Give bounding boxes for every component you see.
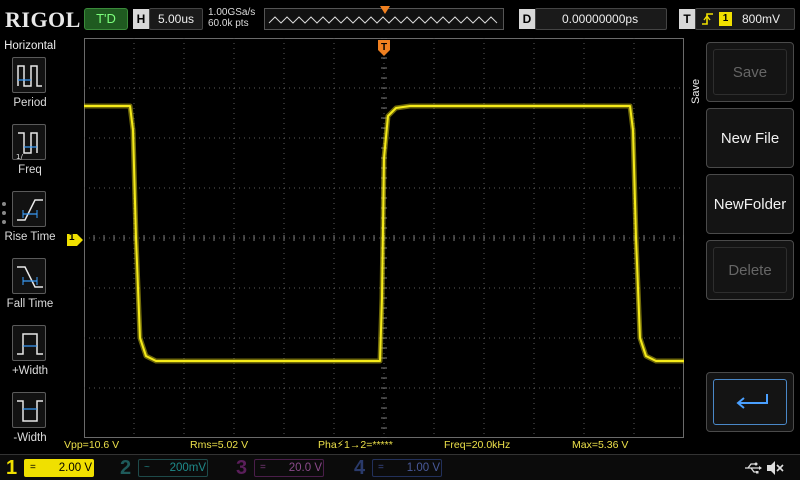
new-file-button[interactable]: New File (706, 108, 794, 168)
trigger-position-marker-top (380, 6, 390, 14)
channel-1-status[interactable]: 1 = 2.00 V (0, 455, 110, 480)
trigger-box[interactable]: 1 800mV (695, 8, 795, 30)
fall-time-icon (12, 258, 46, 294)
channel-3-number: 3 (236, 457, 248, 479)
horizontal-measure-menu: Horizontal Period 1/ Freq Rise Time Fall… (0, 38, 60, 454)
channel-3-status[interactable]: 3 = 20.0 V (230, 455, 340, 480)
delete-button-label: Delete (728, 262, 772, 279)
period-label: Period (13, 97, 47, 109)
save-menu: Save Save New File NewFolder Delete (686, 38, 800, 454)
channel-4-status[interactable]: 4 = 1.00 V (348, 455, 458, 480)
channel-1-number: 1 (6, 457, 18, 479)
fall-time-label: Fall Time (6, 298, 54, 310)
delay-value: 0.00000000ps (562, 12, 639, 26)
top-status-bar: RIGOL T'D H 5.00us 1.00GSa/s 60.0k pts D… (0, 0, 800, 38)
return-button[interactable] (706, 372, 794, 432)
channel-4-scale: 1.00 V (406, 462, 440, 474)
rise-time-label: Rise Time (4, 231, 56, 243)
save-button[interactable]: Save (706, 42, 794, 102)
measure-period-item[interactable]: Period (0, 57, 60, 123)
channel-status-bar: 1 = 2.00 V 2 ~ 200mV 3 = 20.0 V 4 = 1.00… (0, 454, 800, 480)
delay-tag: D (519, 9, 535, 29)
freq-icon: 1/ (12, 124, 46, 161)
trigger-tag: T (679, 9, 695, 29)
trigger-position-label: T (381, 42, 387, 53)
channel-2-scale: 200mV (169, 462, 206, 474)
channel-4-coupling: = (378, 462, 384, 473)
channel-2-number: 2 (120, 457, 132, 479)
delete-button[interactable]: Delete (706, 240, 794, 300)
timebase-value: 5.00us (158, 12, 195, 26)
measure-neg-width-item[interactable]: -Width (0, 392, 60, 458)
timebase-box[interactable]: 5.00us (149, 8, 203, 30)
waveform-display[interactable]: T (84, 38, 684, 438)
measure-freq[interactable]: Freq=20.0kHz (444, 439, 510, 451)
trigger-source-badge: 1 (719, 12, 732, 26)
return-arrow-icon (736, 394, 768, 409)
rise-time-icon (12, 191, 46, 227)
measure-vpp[interactable]: Vpp=10.6 V (64, 439, 119, 451)
usb-icon (745, 462, 762, 474)
neg-width-label: -Width (13, 432, 47, 444)
measure-max[interactable]: Max=5.36 V (572, 439, 628, 451)
new-file-button-label: New File (720, 130, 780, 147)
channel1-offset-marker[interactable]: 1 (67, 232, 83, 246)
sample-rate: 1.00GSa/s (208, 7, 256, 18)
new-folder-button[interactable]: NewFolder (706, 174, 794, 234)
save-menu-title: Save (690, 78, 702, 104)
horizontal-menu-title: Horizontal (4, 40, 56, 52)
timebase-tag: H (133, 9, 149, 29)
new-folder-button-label: NewFolder (713, 196, 787, 213)
pos-width-icon (12, 325, 46, 361)
neg-width-icon (12, 392, 46, 428)
run-state-badge[interactable]: T'D (84, 8, 128, 30)
rising-edge-icon (702, 13, 713, 25)
delay-box[interactable]: 0.00000000ps (535, 8, 667, 30)
freq-label: Freq (18, 164, 42, 176)
speaker-mute-icon[interactable] (766, 460, 784, 476)
save-button-label: Save (732, 64, 768, 81)
measure-pos-width-item[interactable]: +Width (0, 325, 60, 391)
svg-text:1/: 1/ (16, 153, 23, 161)
measure-phase[interactable]: Pha⚡1→2=***** (318, 439, 393, 451)
measure-fall-time-item[interactable]: Fall Time (0, 258, 60, 324)
channel-3-scale: 20.0 V (288, 462, 322, 474)
channel-2-coupling: ~ (144, 462, 150, 473)
period-icon (12, 57, 46, 93)
brand-logo: RIGOL (5, 7, 81, 32)
channel-1-coupling: = (30, 462, 36, 473)
channel-3-coupling: = (260, 462, 266, 473)
measure-freq-item[interactable]: 1/ Freq (0, 124, 60, 190)
channel-1-scale: 2.00 V (58, 462, 92, 474)
channel-2-status[interactable]: 2 ~ 200mV (114, 455, 224, 480)
measure-rise-time-item[interactable]: Rise Time (0, 191, 60, 257)
channel1-offset-label: 1 (69, 232, 75, 243)
memory-depth: 60.0k pts (208, 18, 249, 29)
measurement-results: Vpp=10.6 V Rms=5.02 V Pha⚡1→2=***** Freq… (60, 438, 686, 454)
trigger-level: 800mV (742, 12, 781, 26)
pos-width-label: +Width (11, 365, 49, 377)
channel-4-number: 4 (354, 457, 366, 479)
measure-rms[interactable]: Rms=5.02 V (190, 439, 248, 451)
